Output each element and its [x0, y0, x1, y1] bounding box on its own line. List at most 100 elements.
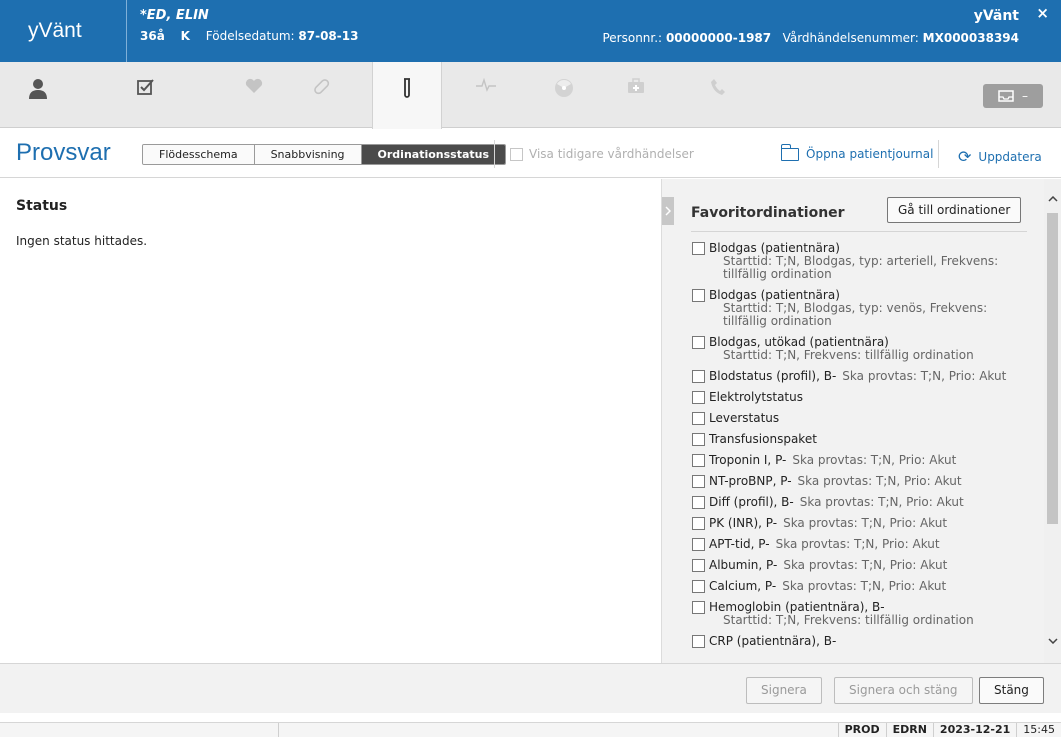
favorite-name: CRP (patientnära), B-	[709, 634, 837, 648]
page-titlebar: Provsvar Flödesschema Snabbvisning Ordin…	[0, 128, 1061, 178]
favorite-name: Hemoglobin (patientnära), B-	[709, 600, 885, 614]
scrollbar-thumb[interactable]	[1047, 213, 1058, 524]
favorite-item[interactable]: APT-tid, P- Ska provtas: T;N, Prio: Akut	[692, 538, 1032, 551]
favorite-item[interactable]: Calcium, P- Ska provtas: T;N, Prio: Akut	[692, 580, 1032, 593]
patient-ids: Personnr.: 00000000-1987 Vårdhändelsenum…	[602, 31, 1019, 45]
medical-kit-icon[interactable]	[612, 62, 660, 128]
tab-ordinationsstatus[interactable]: Ordinationsstatus	[361, 145, 506, 164]
show-previous-checkbox[interactable]: Visa tidigare vårdhändelser	[510, 147, 694, 161]
favorite-checkbox[interactable]	[692, 601, 705, 614]
radiation-icon[interactable]	[540, 62, 588, 128]
favorite-item[interactable]: Albumin, P- Ska provtas: T;N, Prio: Akut	[692, 559, 1032, 572]
favorite-checkbox[interactable]	[692, 475, 705, 488]
person-icon[interactable]	[14, 62, 62, 128]
heart-icon[interactable]	[230, 62, 278, 128]
scrollbar[interactable]	[1044, 179, 1061, 663]
favorite-item[interactable]: CRP (patientnära), B-	[692, 635, 1032, 648]
favorite-item[interactable]: Troponin I, P- Ska provtas: T;N, Prio: Ak…	[692, 454, 1032, 467]
chevron-up-icon[interactable]	[1044, 189, 1061, 209]
favorite-checkbox[interactable]	[692, 496, 705, 509]
patient-sex: K	[180, 29, 190, 43]
favorite-text: CRP (patientnära), B-	[709, 635, 1032, 648]
favorite-name: Blodgas, utökad (patientnära)	[709, 335, 889, 349]
favorite-schedule: Ska provtas: T;N, Prio: Akut	[799, 495, 964, 509]
favorite-item[interactable]: NT-proBNP, P- Ska provtas: T;N, Prio: Aku…	[692, 475, 1032, 488]
favorite-item[interactable]: Elektrolytstatus	[692, 391, 1032, 404]
favorite-name: Leverstatus	[709, 411, 780, 425]
test-tube-icon[interactable]	[372, 62, 442, 129]
favorite-name: Transfusionspaket	[709, 432, 817, 446]
favorite-schedule: Ska provtas: T;N, Prio: Akut	[842, 369, 1007, 383]
date: 2023-12-21	[932, 723, 1016, 737]
favorite-text: PK (INR), P- Ska provtas: T;N, Prio: Akut	[709, 517, 1032, 530]
bandage-icon[interactable]	[298, 62, 346, 128]
statusbar-right: PROD EDRN 2023-12-21 15:45	[837, 723, 1061, 737]
favorite-name: PK (INR), P-	[709, 516, 778, 530]
app-window: yVänt *ED, ELIN 36å K Födelsedatum: 87-0…	[0, 0, 1061, 737]
favorite-item[interactable]: Diff (profil), B- Ska provtas: T;N, Prio:…	[692, 496, 1032, 509]
favorite-item[interactable]: Blodgas (patientnära) Starttid: T;N, Blod…	[692, 242, 1032, 281]
status-bar: PROD EDRN 2023-12-21 15:45	[0, 722, 1061, 737]
sign-button[interactable]: Signera	[746, 677, 822, 704]
favorite-checkbox[interactable]	[692, 454, 705, 467]
favorite-checkbox[interactable]	[692, 412, 705, 425]
folder-icon	[780, 143, 799, 161]
favorite-name: Blodstatus (profil), B-	[709, 369, 837, 383]
favorite-checkbox[interactable]	[692, 370, 705, 383]
favorite-checkbox[interactable]	[692, 289, 705, 302]
favorite-checkbox[interactable]	[692, 635, 705, 648]
sign-and-close-button[interactable]: Signera och stäng	[834, 677, 973, 704]
header-divider	[126, 0, 127, 62]
favorite-checkbox[interactable]	[692, 336, 705, 349]
favorite-name: Diff (profil), B-	[709, 495, 794, 509]
favorite-text: Blodgas, utökad (patientnära) Starttid: T…	[709, 336, 1032, 362]
ecg-icon[interactable]	[462, 62, 510, 128]
close-button[interactable]: Stäng	[979, 677, 1044, 704]
patient-header: yVänt *ED, ELIN 36å K Födelsedatum: 87-0…	[0, 0, 1061, 62]
pnr-value: 00000000-1987	[665, 31, 772, 45]
favorite-text: APT-tid, P- Ska provtas: T;N, Prio: Akut	[709, 538, 1032, 551]
favorite-name: Blodgas (patientnära)	[709, 241, 840, 255]
favorite-name: Elektrolytstatus	[709, 390, 803, 404]
favorite-checkbox[interactable]	[692, 433, 705, 446]
favorite-item[interactable]: PK (INR), P- Ska provtas: T;N, Prio: Akut	[692, 517, 1032, 530]
titlebar-divider	[494, 140, 495, 168]
favorite-checkbox[interactable]	[692, 391, 705, 404]
checkbox[interactable]	[510, 147, 523, 161]
favorite-name: NT-proBNP, P-	[709, 474, 792, 488]
tab-flodesschema[interactable]: Flödesschema	[143, 145, 255, 164]
favorite-checkbox[interactable]	[692, 517, 705, 530]
favorite-name: Blodgas (patientnära)	[709, 288, 840, 302]
favorite-checkbox[interactable]	[692, 559, 705, 572]
favorite-text: Transfusionspaket	[709, 433, 1032, 446]
favorite-item[interactable]: Leverstatus	[692, 412, 1032, 425]
refresh-link[interactable]: ⟳ Uppdatera	[958, 147, 1042, 166]
favorite-text: Calcium, P- Ska provtas: T;N, Prio: Akut	[709, 580, 1032, 593]
open-journal-link[interactable]: Öppna patientjournal	[780, 143, 934, 161]
favorite-item[interactable]: Hemoglobin (patientnära), B- Starttid: T;…	[692, 601, 1032, 627]
collapse-panel-button[interactable]	[662, 197, 674, 225]
open-journal-label: Öppna patientjournal	[806, 147, 934, 161]
chevron-down-icon[interactable]	[1044, 631, 1061, 651]
pnr-label: Personnr.:	[602, 31, 663, 45]
favorites-divider	[691, 231, 1027, 232]
time: 15:45	[1016, 723, 1061, 737]
tray-button[interactable]: –	[983, 84, 1043, 108]
favorite-text: Elektrolytstatus	[709, 391, 1032, 404]
favorite-item[interactable]: Blodstatus (profil), B- Ska provtas: T;N,…	[692, 370, 1032, 383]
statusbar-divider	[278, 723, 279, 737]
goto-orders-button[interactable]: Gå till ordinationer	[887, 197, 1022, 223]
favorite-checkbox[interactable]	[692, 242, 705, 255]
favorite-item[interactable]: Blodgas, utökad (patientnära) Starttid: T…	[692, 336, 1032, 362]
checklist-icon[interactable]	[122, 62, 170, 128]
close-icon[interactable]: ×	[1036, 4, 1049, 22]
favorite-schedule: Ska provtas: T;N, Prio: Akut	[783, 516, 948, 530]
tray-minimize-glyph: –	[1022, 89, 1028, 103]
favorite-checkbox[interactable]	[692, 580, 705, 593]
favorite-item[interactable]: Blodgas (patientnära) Starttid: T;N, Blod…	[692, 289, 1032, 328]
tab-snabbvisning[interactable]: Snabbvisning	[254, 145, 362, 164]
favorite-schedule: Ska provtas: T;N, Prio: Akut	[792, 453, 957, 467]
favorite-item[interactable]: Transfusionspaket	[692, 433, 1032, 446]
favorite-checkbox[interactable]	[692, 538, 705, 551]
phone-icon[interactable]	[694, 62, 742, 128]
